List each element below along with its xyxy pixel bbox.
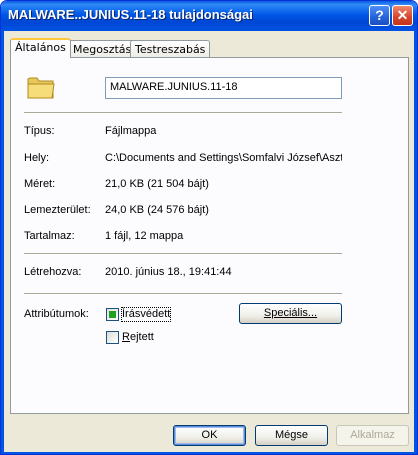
contains-label: Tartalmaz:: [24, 230, 75, 242]
window-border-right: [414, 31, 417, 454]
separator: [24, 253, 342, 255]
separator: [24, 293, 342, 295]
help-button[interactable]: ?: [369, 5, 390, 26]
hidden-checkbox[interactable]: [106, 331, 119, 344]
window-title: MALWARE..JUNIUS.11-18 tulajdonságai: [8, 7, 253, 22]
title-bar[interactable]: MALWARE..JUNIUS.11-18 tulajdonságai ? ✕: [1, 1, 417, 31]
type-value: Fájlmappa: [105, 125, 157, 137]
folder-icon: [27, 77, 55, 99]
tab-customize[interactable]: Testreszabás: [130, 40, 211, 58]
size-label: Méret:: [24, 178, 56, 190]
folder-name-input[interactable]: MALWARE.JUNIUS.11-18: [105, 77, 342, 99]
separator: [24, 112, 342, 114]
advanced-button[interactable]: Speciális...: [239, 303, 342, 324]
ok-button[interactable]: OK: [173, 425, 246, 446]
close-button[interactable]: ✕: [392, 5, 413, 26]
hidden-label[interactable]: Rejtett: [122, 331, 154, 344]
size-value: 21,0 KB (21 504 bájt): [105, 178, 209, 190]
created-label: Létrehozva:: [24, 266, 82, 278]
disk-size-label: Lemezterület:: [24, 204, 91, 216]
contains-value: 1 fájl, 12 mappa: [105, 230, 184, 242]
location-value: C:\Documents and Settings\Somfalvi Józse…: [105, 152, 342, 164]
properties-dialog: MALWARE..JUNIUS.11-18 tulajdonságai ? ✕ …: [0, 0, 418, 455]
advanced-button-label: Speciális...: [263, 307, 318, 319]
tab-sharing[interactable]: Megosztás: [68, 40, 137, 58]
readonly-checkbox[interactable]: [106, 308, 119, 321]
window-border-left: [1, 31, 4, 454]
created-value: 2010. június 18., 19:41:44: [105, 266, 232, 278]
type-label: Típus:: [24, 125, 55, 137]
readonly-label[interactable]: Írásvédett: [120, 307, 172, 322]
attributes-label: Attribútumok:: [24, 308, 89, 320]
location-label: Hely:: [24, 152, 50, 164]
tab-general[interactable]: Általános: [10, 38, 71, 58]
cancel-button[interactable]: Mégse: [255, 425, 328, 446]
apply-button[interactable]: Alkalmaz: [336, 425, 409, 446]
disk-size-value: 24,0 KB (24 576 bájt): [105, 204, 209, 216]
